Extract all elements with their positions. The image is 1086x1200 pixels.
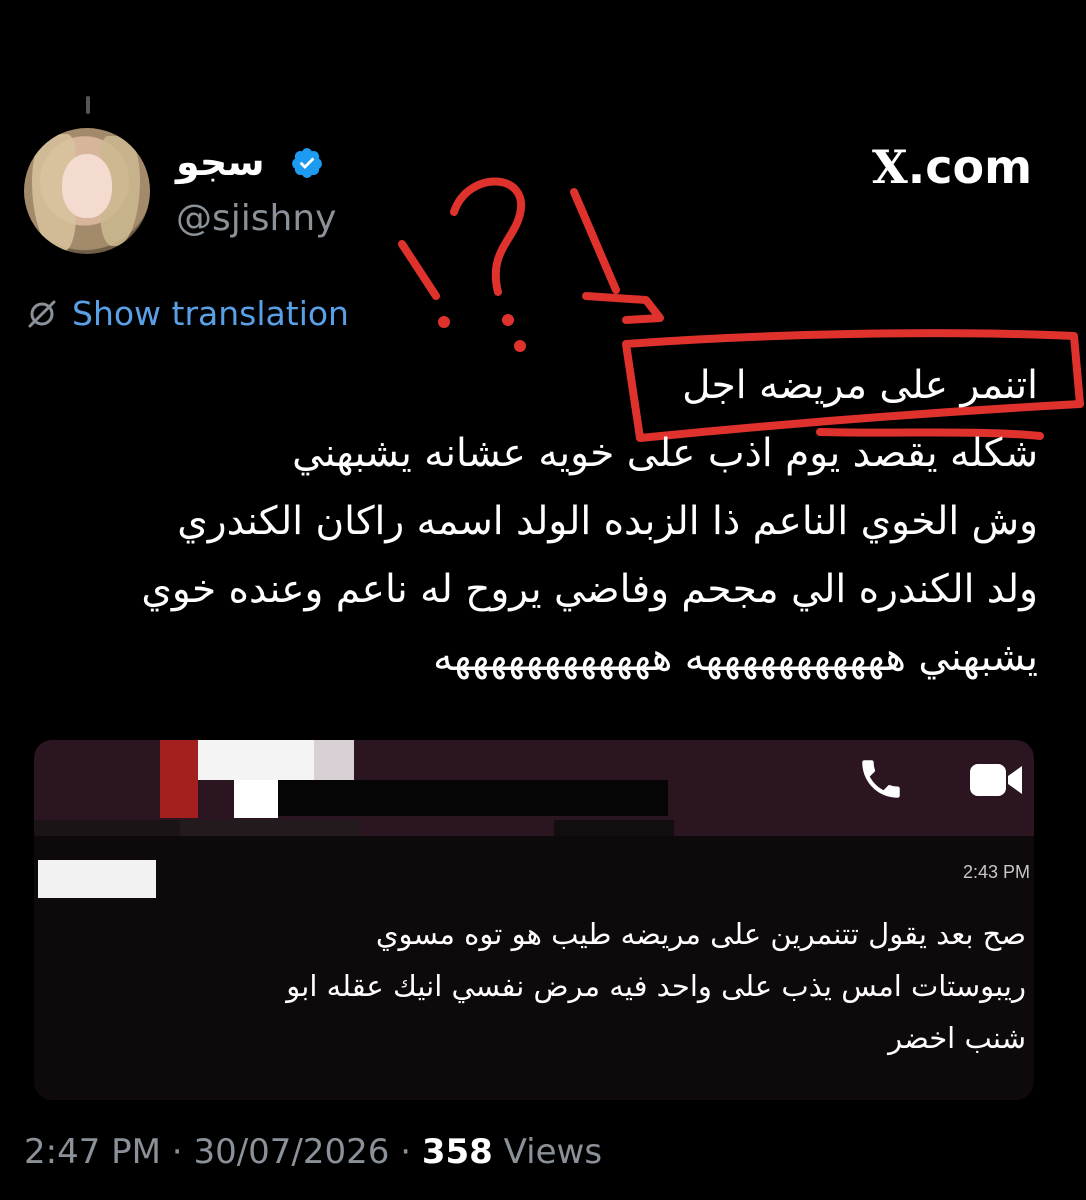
tweet-meta: 2:47 PM · 30/07/2026 · 358 Views bbox=[24, 1132, 602, 1172]
site-domain: .com bbox=[907, 140, 1032, 194]
tweet-line: اتنمر على مريضه اجل bbox=[682, 363, 1038, 408]
redaction-block bbox=[234, 780, 278, 818]
tweet-line: ولد الكندره الي مجحم وفاضي يروح له ناعم … bbox=[141, 567, 1038, 612]
redaction-block bbox=[554, 820, 674, 836]
tweet-text: اتنمر على مريضه اجل شكله يقصد يوم اذب عل… bbox=[18, 352, 1038, 692]
annotation-exclaim-left bbox=[398, 240, 440, 300]
tweet-line: وش الخوي الناعم ذا الزبده الولد اسمه راك… bbox=[177, 499, 1038, 544]
site-watermark: X.com bbox=[872, 140, 1032, 194]
meta-separator: · bbox=[389, 1132, 422, 1172]
annotation-question-mark bbox=[450, 177, 526, 296]
show-translation-label[interactable]: Show translation bbox=[72, 294, 349, 333]
chat-message-line: صح بعد يقول تتنمرين على مريضه طيب هو توه… bbox=[375, 917, 1026, 951]
redaction-block bbox=[160, 740, 198, 818]
scroll-indicator bbox=[86, 96, 90, 114]
redaction-block bbox=[34, 820, 180, 836]
user-handle[interactable]: @sjishny bbox=[176, 198, 336, 239]
avatar[interactable] bbox=[24, 128, 150, 254]
chat-message-line: ريبوستات امس يذب على واحد فيه مرض نفسي ا… bbox=[286, 969, 1026, 1003]
show-translation-link[interactable]: Show translation bbox=[26, 294, 349, 333]
chat-message: صح بعد يقول تتنمرين على مريضه طيب هو توه… bbox=[46, 908, 1026, 1064]
video-camera-icon[interactable] bbox=[968, 760, 1024, 800]
meta-separator: · bbox=[161, 1132, 194, 1172]
phone-icon[interactable] bbox=[856, 754, 906, 804]
redaction-block bbox=[198, 740, 314, 780]
tweet-line: يشبهني هههههههههههه ههههههههههههه bbox=[433, 635, 1038, 680]
x-logo-icon: X bbox=[872, 140, 908, 194]
display-name[interactable]: سجو bbox=[176, 140, 265, 184]
chat-header bbox=[34, 740, 1034, 836]
views-count[interactable]: 358 bbox=[422, 1132, 493, 1172]
tweet-date[interactable]: 30/07/2026 bbox=[193, 1132, 389, 1172]
redaction-block bbox=[278, 780, 668, 816]
tweet-time[interactable]: 2:47 PM bbox=[24, 1132, 161, 1172]
annotation-exclaim-right bbox=[570, 188, 620, 294]
redaction-block bbox=[180, 820, 360, 836]
tweet-line: شكله يقصد يوم اذب على خويه عشانه يشبهني bbox=[292, 431, 1038, 476]
annotation-arrow bbox=[582, 292, 664, 324]
verified-badge-icon bbox=[292, 148, 322, 178]
chat-message-time: 2:43 PM bbox=[962, 862, 1030, 882]
embedded-chat-screenshot[interactable]: 2:43 PM صح بعد يقول تتنمرين على مريضه طي… bbox=[34, 740, 1034, 1100]
views-label: Views bbox=[503, 1132, 603, 1172]
chat-message-line: شنب اخضر bbox=[888, 1021, 1026, 1055]
redaction-block bbox=[38, 860, 156, 898]
redaction-block bbox=[314, 740, 354, 780]
translate-icon bbox=[28, 300, 56, 327]
